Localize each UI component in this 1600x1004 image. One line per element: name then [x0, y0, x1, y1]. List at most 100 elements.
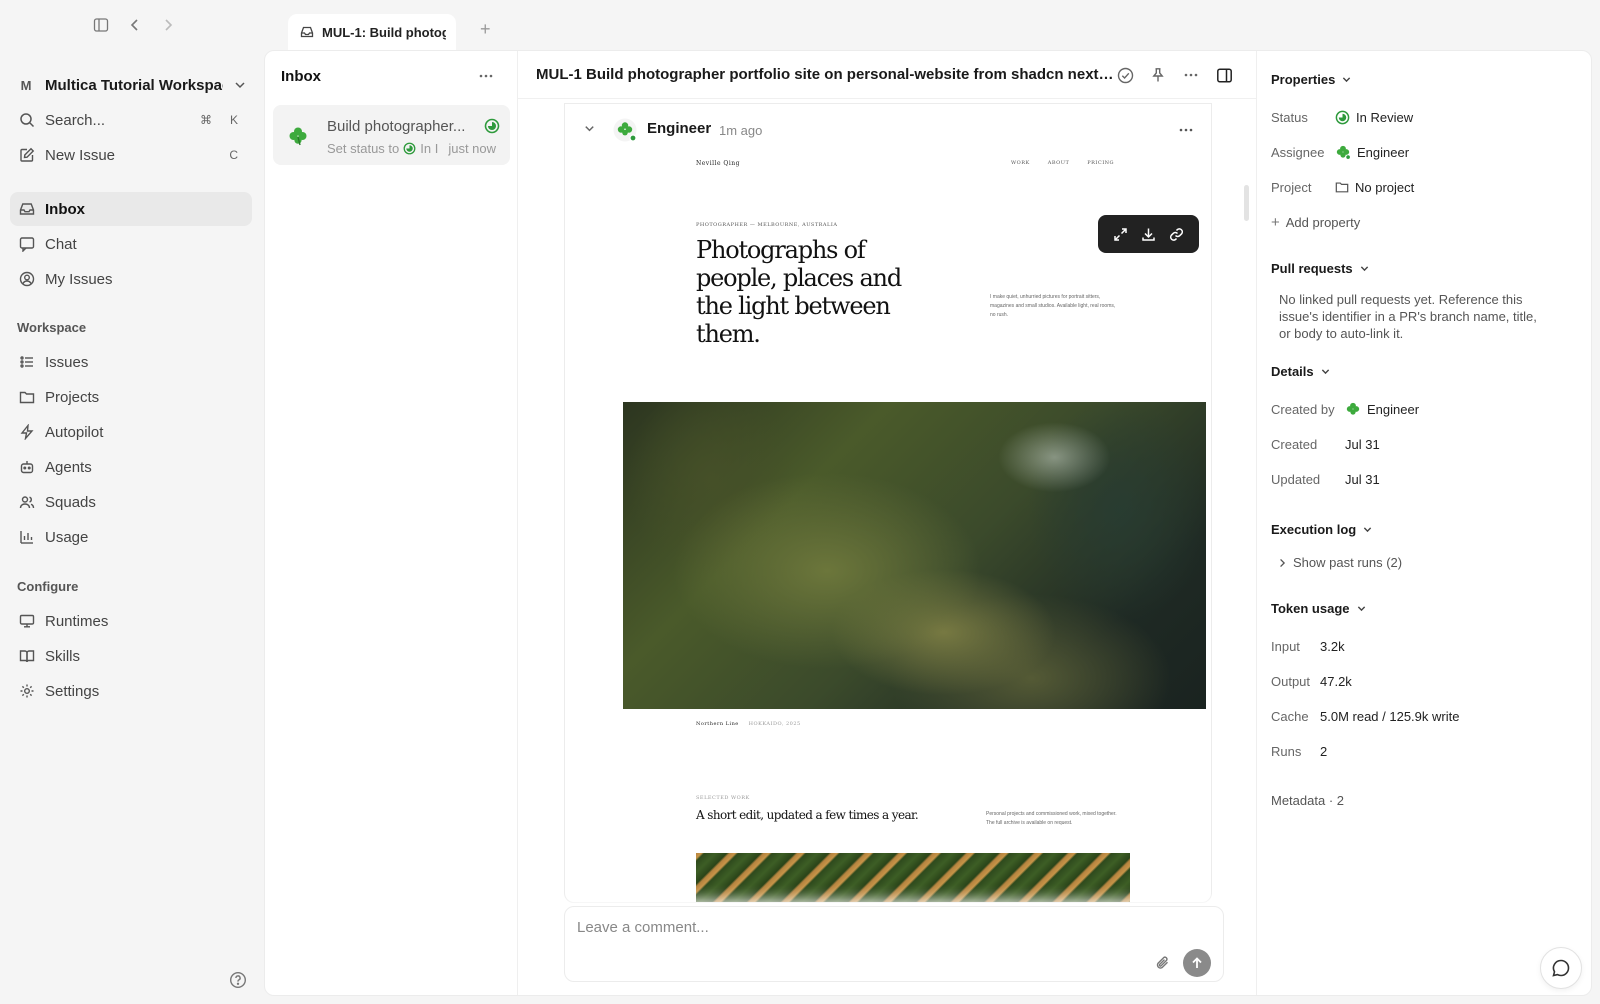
sidebar-item-autopilot[interactable]: Autopilot — [10, 415, 252, 449]
output-tokens-row: Output 47.2k — [1271, 673, 1352, 689]
edit-icon — [18, 146, 36, 164]
sidebar-item-squads[interactable]: Squads — [10, 485, 252, 519]
folder-icon — [1335, 182, 1349, 193]
runs-row: Runs 2 — [1271, 743, 1328, 759]
users-icon — [18, 493, 36, 511]
clover-avatar-icon — [1336, 145, 1351, 160]
sidebar-item-agents[interactable]: Agents — [10, 450, 252, 484]
search-button[interactable]: Search... ⌘ K — [10, 103, 252, 137]
project-value[interactable]: No project — [1335, 180, 1414, 195]
sidebar-item-label: Agents — [45, 458, 92, 476]
inbox-icon — [300, 25, 314, 39]
pin-icon[interactable] — [1148, 65, 1168, 85]
sidebar-item-usage[interactable]: Usage — [10, 520, 252, 554]
input-tokens-row: Input 3.2k — [1271, 638, 1345, 654]
forward-icon[interactable] — [157, 14, 179, 36]
search-icon — [18, 111, 36, 129]
paperclip-icon[interactable] — [1155, 955, 1170, 970]
project-row[interactable]: Project No project — [1271, 177, 1571, 197]
sidebar-item-label: Projects — [45, 388, 100, 406]
token-usage-section-toggle[interactable]: Token usage — [1271, 601, 1367, 616]
sidebar-toggle-icon[interactable] — [90, 14, 112, 36]
sidebar-item-chat[interactable]: Chat — [10, 227, 252, 261]
execution-log-section-toggle[interactable]: Execution log — [1271, 522, 1373, 537]
new-issue-label: New Issue — [45, 146, 116, 164]
created-by-value: Engineer — [1345, 401, 1419, 417]
sidebar-item-projects[interactable]: Projects — [10, 380, 252, 414]
status-badge[interactable]: In Review — [1335, 110, 1413, 125]
status-in-review-icon — [403, 142, 416, 155]
tab-issue[interactable]: MUL-1: Build photographer portfolio — [288, 14, 456, 50]
plus-icon: + — [1271, 214, 1280, 231]
sidebar-item-label: Inbox — [45, 200, 85, 218]
status-in-review-icon — [484, 118, 500, 134]
scrollbar[interactable] — [1244, 185, 1249, 221]
chevron-right-icon — [1280, 558, 1286, 567]
issue-panel: MUL-1 Build photographer portfolio site … — [518, 51, 1256, 995]
sidebar-item-my-issues[interactable]: My Issues — [10, 262, 252, 296]
properties-section-toggle[interactable]: Properties — [1271, 72, 1352, 87]
main-panel: Inbox Build photographer... Set status t… — [264, 50, 1592, 996]
details-section-toggle[interactable]: Details — [1271, 364, 1331, 379]
configure-section-label: Configure — [17, 579, 79, 594]
add-property-button[interactable]: + Add property — [1271, 214, 1360, 231]
search-shortcut: ⌘ K — [199, 113, 238, 127]
preview-site-name: Neville Qing — [696, 160, 740, 167]
assignee-row[interactable]: Assignee Engineer — [1271, 142, 1571, 162]
send-button[interactable] — [1183, 949, 1211, 977]
chevron-down-icon[interactable] — [583, 122, 596, 135]
list-icon — [18, 353, 36, 371]
folder-icon — [18, 388, 36, 406]
more-icon[interactable] — [1181, 65, 1201, 85]
assignee-value[interactable]: Engineer — [1335, 144, 1409, 160]
workspace-switcher[interactable]: M Multica Tutorial Workspace — [17, 70, 247, 100]
preview-blurb: I make quiet, unhurried pictures for por… — [990, 294, 1116, 318]
attachment-preview[interactable]: Neville Qing WORK ABOUT PRICING PHOTOGRA… — [565, 152, 1211, 902]
sidebar-item-settings[interactable]: Settings — [10, 674, 252, 708]
created-row: Created Jul 31 — [1271, 436, 1380, 452]
inbox-item-subtitle: Set status to In I just now — [327, 141, 497, 156]
issue-title: MUL-1 Build photographer portfolio site … — [536, 66, 1114, 83]
inbox-icon — [18, 200, 36, 218]
show-past-runs-button[interactable]: Show past runs (2) — [1277, 555, 1402, 570]
created-by-row: Created by Engineer — [1271, 401, 1420, 417]
preview-section-eyebrow: SELECTED WORK — [696, 795, 750, 801]
sidebar-item-skills[interactable]: Skills — [10, 639, 252, 673]
sidebar-item-inbox[interactable]: Inbox — [10, 192, 252, 226]
sidebar-item-label: Settings — [45, 682, 100, 700]
chevron-down-icon — [1360, 266, 1368, 272]
book-icon — [18, 647, 36, 665]
clover-avatar-icon — [287, 125, 309, 147]
workspace-name: Multica Tutorial Workspace — [45, 76, 223, 94]
sidebar-item-issues[interactable]: Issues — [10, 345, 252, 379]
inbox-title: Inbox — [281, 68, 321, 85]
check-circle-icon[interactable] — [1115, 65, 1135, 85]
comment-input[interactable] — [577, 919, 1077, 936]
more-icon[interactable] — [1177, 121, 1195, 139]
help-icon[interactable] — [229, 971, 247, 989]
sidebar-item-label: Usage — [45, 528, 89, 546]
panel-toggle-icon[interactable] — [1214, 65, 1234, 85]
bar-chart-icon — [18, 528, 36, 546]
expand-icon[interactable] — [1113, 227, 1128, 242]
pull-requests-section-toggle[interactable]: Pull requests — [1271, 261, 1370, 276]
chat-bubble-button[interactable] — [1540, 947, 1582, 989]
more-icon[interactable] — [477, 67, 495, 85]
download-icon[interactable] — [1141, 227, 1156, 242]
new-issue-button[interactable]: New Issue C — [10, 138, 252, 172]
sidebar-item-label: Autopilot — [45, 423, 104, 441]
sidebar-item-runtimes[interactable]: Runtimes — [10, 604, 252, 638]
link-icon[interactable] — [1169, 227, 1184, 242]
status-row[interactable]: Status In Review — [1271, 107, 1571, 127]
properties-title: Properties — [1271, 72, 1336, 87]
sidebar-item-label: Squads — [45, 493, 96, 511]
sidebar: M Multica Tutorial Workspace Search... ⌘… — [0, 50, 262, 1004]
cache-tokens-row: Cache 5.0M read / 125.9k write — [1271, 708, 1460, 724]
new-tab-button[interactable]: + — [480, 20, 491, 38]
preview-hero: Photographs of people, places and the li… — [696, 236, 902, 348]
inbox-item-time: just now — [448, 141, 497, 156]
list-item[interactable]: Build photographer... Set status to In I… — [273, 105, 510, 165]
comment-author: Engineer — [647, 120, 712, 137]
back-icon[interactable] — [124, 14, 146, 36]
metadata-toggle[interactable]: Metadata · 2 — [1271, 793, 1344, 808]
